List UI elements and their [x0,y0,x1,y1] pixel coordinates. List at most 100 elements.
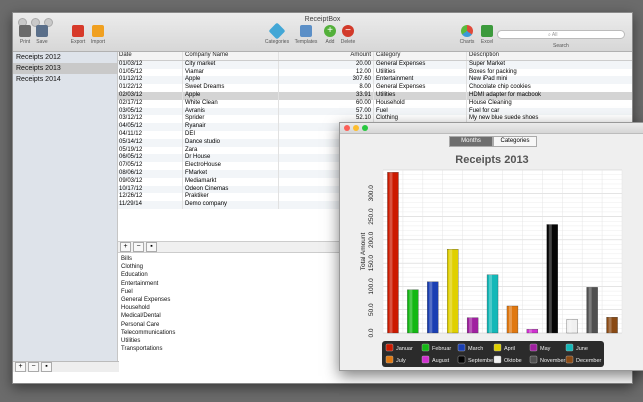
categories-label: Categories [264,39,290,45]
floppy-icon [36,25,48,37]
legend-swatch [493,343,502,352]
charts-button[interactable]: Charts [456,25,478,45]
category-info-button[interactable]: ▪ [146,242,157,252]
tag-icon [268,22,286,40]
cell-description: House Cleaning [466,99,632,108]
templates-label: Templates [294,39,318,45]
cell-category: General Expenses [373,84,466,92]
cell-amount: 33.91 [278,91,373,100]
chart-window: Months Categories Receipts 2013 0.0 50.0 1… [339,122,643,371]
category-item[interactable]: Bills [121,255,175,263]
category-item[interactable]: Utilities [121,337,175,345]
add-category-button[interactable]: + [120,242,131,252]
legend-swatch [421,343,430,352]
table-row[interactable]: 01/05/12 Viamar 12.00 Utilities Boxes for pa… [118,68,632,77]
cell-description: Fuel for car [466,107,632,116]
cell-date: 08/06/12 [119,169,143,176]
legend-swatch [421,355,430,364]
sidebar-bottom-bar: + − ▪ [13,361,119,372]
cell-description: Super Market [466,60,632,69]
cell-date: 05/14/12 [119,138,143,145]
cell-date: 01/05/12 [119,68,143,75]
category-item[interactable]: General Expenses [121,296,175,304]
cell-date: 02/17/12 [119,99,143,106]
cell-amount: 60.00 [278,99,373,108]
cell-amount: 8.00 [278,84,373,92]
sidebar-item-receipts-2012[interactable]: Receipts 2012 [13,52,117,63]
cell-company: Viamar [182,68,278,77]
cell-category: Utilities [373,91,466,100]
category-item[interactable]: Clothing [121,263,175,271]
table-row[interactable]: 03/05/12 Avranis 57.00 Fuel Fuel for car [118,107,632,116]
legend-label: May [540,346,551,352]
cell-date: 04/11/12 [119,130,142,137]
category-item[interactable]: Entertainment [121,280,175,288]
legend-label: Septembe [468,358,493,364]
legend-swatch [565,355,574,364]
legend-swatch [565,343,574,352]
table-row[interactable]: 01/03/12 City market 20.00 General Expenses… [118,60,632,69]
import-button[interactable]: Import [87,25,109,45]
list-info-button[interactable]: ▪ [41,362,52,372]
legend-label: November [540,358,566,364]
legend-label: December [576,358,602,364]
header-description[interactable]: Description [466,52,632,60]
cell-category: Fuel [373,107,466,116]
categories-button[interactable]: Categories [264,22,290,45]
category-item[interactable]: Personal Care [121,321,175,329]
save-button[interactable]: Save [31,25,53,45]
title-bar: ReceiptBox Print Save Export Import Cate… [13,13,632,52]
excel-button[interactable]: Excel [476,25,498,45]
remove-list-button[interactable]: − [28,362,39,372]
header-company[interactable]: Company Name [182,52,278,60]
add-label: Add [325,39,335,45]
search-placeholder: All [551,32,558,38]
table-row[interactable]: 02/17/12 White Clean 60.00 Household House C… [118,99,632,108]
add-list-button[interactable]: + [15,362,26,372]
delete-button[interactable]: − Delete [337,25,359,45]
category-item[interactable]: Fuel [121,288,175,296]
sidebar-item-receipts-2013[interactable]: Receipts 2013 [13,63,117,74]
cell-date: 12/26/12 [119,193,143,200]
cell-company: Dr House [182,154,278,163]
remove-category-button[interactable]: − [133,242,144,252]
printer-icon [19,25,31,37]
cell-company: FMarket [182,169,278,178]
table-row[interactable]: 01/22/12 Sweet Dreams 8.00 General Expenses… [118,84,632,92]
category-item[interactable]: Household [121,304,175,312]
table-header: Date Company Name Amount Category Descri… [118,52,632,61]
header-category[interactable]: Category [373,52,466,60]
window-title: ReceiptBox [304,16,341,23]
cell-date: 01/12/12 [119,76,143,83]
category-item[interactable]: Telecommunications [121,329,175,337]
category-list: Bills Clothing Education Entertainment Fuel G… [121,255,175,353]
category-item[interactable]: Education [121,271,175,279]
category-item[interactable]: Transportations [121,345,175,353]
cell-company: White Clean [182,99,278,108]
cell-company: Zara [182,146,278,155]
header-date[interactable]: Date [118,52,182,60]
cell-date: 01/03/12 [119,60,143,67]
cell-company: Demo company [182,201,278,209]
cell-company: Avranis [182,107,278,116]
export-button[interactable]: Export [67,25,89,45]
table-row[interactable]: 02/03/12 Apple 33.91 Utilities HDMI adapter … [118,91,632,100]
templates-button[interactable]: Templates [295,25,317,45]
export-label: Export [70,39,86,45]
table-row[interactable]: 01/12/12 Apple 307.60 Entertainment New iPad… [118,76,632,85]
category-item[interactable]: Medical/Dental [121,312,175,320]
cell-amount: 307.60 [278,76,373,85]
print-label: Print [19,39,31,45]
legend-swatch [493,355,502,364]
cell-category: Household [373,99,466,108]
cell-amount: 20.00 [278,60,373,69]
cell-company: Apple [182,76,278,85]
cell-company: Apple [182,91,278,100]
sidebar-item-receipts-2014[interactable]: Receipts 2014 [13,74,117,85]
search-field[interactable]: ⌕ All [497,30,625,39]
header-amount[interactable]: Amount [278,52,373,60]
legend-label: August [432,358,450,364]
cell-date: 09/03/12 [119,177,143,184]
stack-icon [300,25,312,37]
cell-date: 04/05/12 [119,123,143,130]
